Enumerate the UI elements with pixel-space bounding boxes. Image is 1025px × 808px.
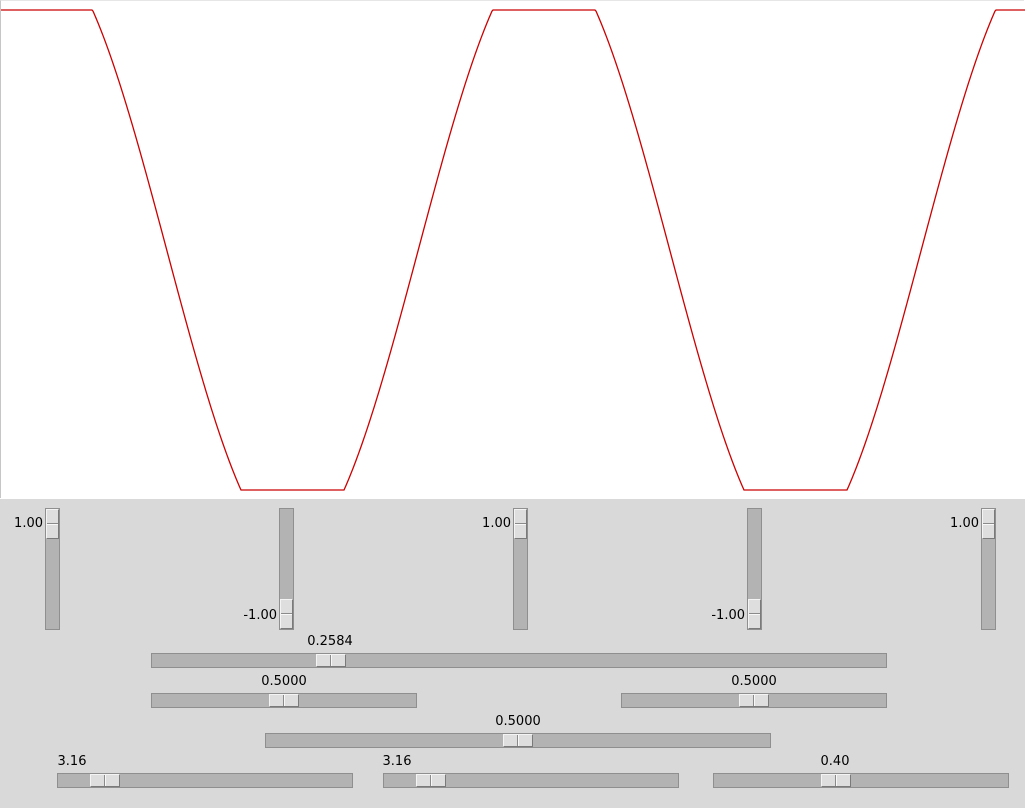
vslider-3-value: 1.00 xyxy=(482,516,511,531)
vslider-1-value: 1.00 xyxy=(14,516,43,531)
hslider-1[interactable] xyxy=(151,653,887,668)
hslider-7-value: 0.40 xyxy=(820,754,850,769)
hslider-3-thumb[interactable] xyxy=(739,694,769,707)
hslider-6-thumb[interactable] xyxy=(416,774,446,787)
hslider-4-thumb[interactable] xyxy=(503,734,533,747)
hslider-4-value: 0.5000 xyxy=(495,714,541,729)
vslider-5-thumb[interactable] xyxy=(982,509,995,539)
hslider-5[interactable] xyxy=(57,773,353,788)
vslider-3-thumb[interactable] xyxy=(514,509,527,539)
vslider-1[interactable] xyxy=(45,508,60,630)
hslider-3[interactable] xyxy=(621,693,887,708)
hslider-2-thumb[interactable] xyxy=(269,694,299,707)
hslider-4[interactable] xyxy=(265,733,771,748)
vslider-2-value: -1.00 xyxy=(243,608,277,623)
vslider-4[interactable] xyxy=(747,508,762,630)
hslider-1-value: 0.2584 xyxy=(307,634,353,649)
hslider-3-value: 0.5000 xyxy=(731,674,777,689)
hslider-2-value: 0.5000 xyxy=(261,674,307,689)
hslider-5-thumb[interactable] xyxy=(90,774,120,787)
hslider-1-thumb[interactable] xyxy=(316,654,346,667)
hslider-2[interactable] xyxy=(151,693,417,708)
vslider-2-thumb[interactable] xyxy=(280,599,293,629)
waveform-canvas xyxy=(0,0,1025,499)
vslider-5[interactable] xyxy=(981,508,996,630)
hslider-5-value: 3.16 xyxy=(57,754,87,769)
hslider-6-value: 3.16 xyxy=(382,754,412,769)
waveform-curve xyxy=(0,9,1025,491)
vslider-3[interactable] xyxy=(513,508,528,630)
hslider-7-thumb[interactable] xyxy=(821,774,851,787)
hslider-6[interactable] xyxy=(383,773,679,788)
vslider-4-value: -1.00 xyxy=(711,608,745,623)
vslider-4-thumb[interactable] xyxy=(748,599,761,629)
hslider-7[interactable] xyxy=(713,773,1009,788)
vslider-2[interactable] xyxy=(279,508,294,630)
vslider-5-value: 1.00 xyxy=(950,516,979,531)
vslider-1-thumb[interactable] xyxy=(46,509,59,539)
